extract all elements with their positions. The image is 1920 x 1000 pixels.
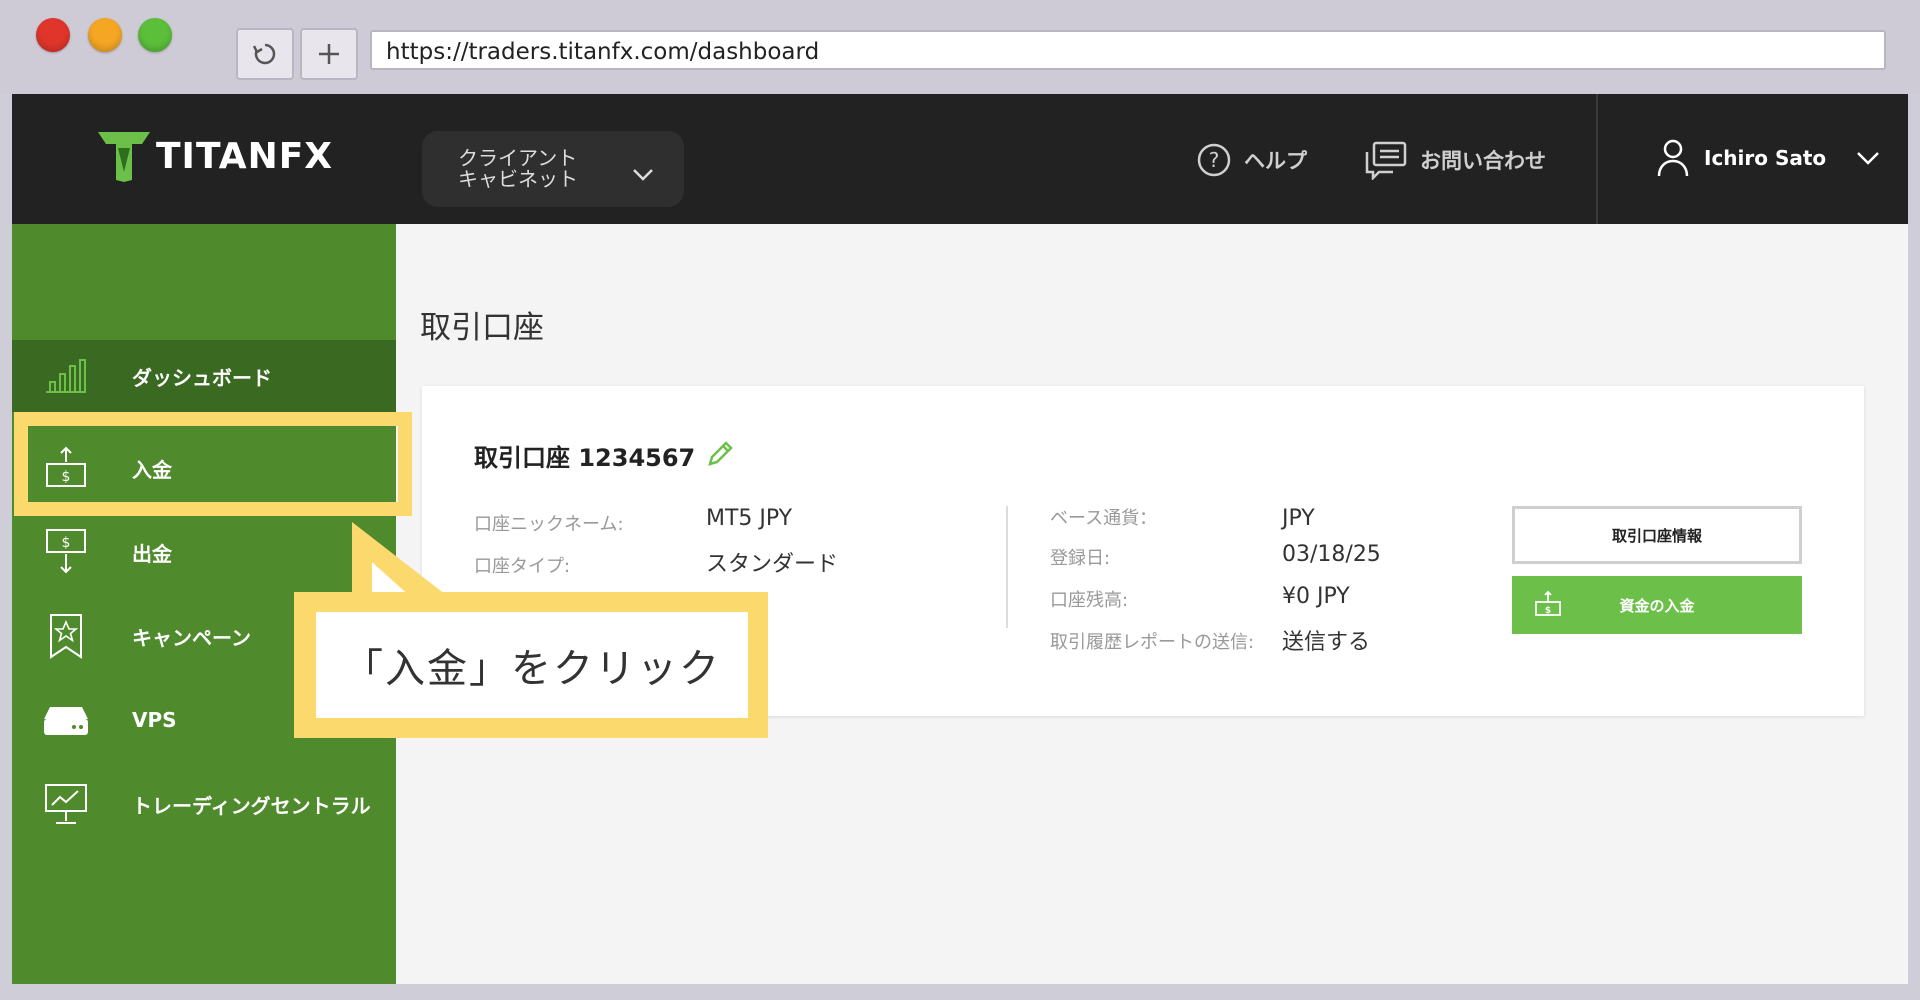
new-tab-button[interactable] (300, 28, 358, 80)
help-link[interactable]: ? ヘルプ (1196, 142, 1307, 178)
sidebar-item-label: トレーディングセントラル (132, 793, 371, 818)
sidebar-item-label: キャンペーン (132, 625, 251, 650)
reload-button[interactable] (236, 28, 294, 80)
chevron-down-icon (633, 169, 653, 181)
account-info-button[interactable]: 取引口座情報 (1512, 506, 1802, 564)
help-circle-icon: ? (1197, 143, 1231, 177)
svg-text:$: $ (62, 535, 71, 551)
sidebar-item-withdraw[interactable]: $ 出金 (12, 512, 396, 592)
field-value: JPY (1282, 506, 1315, 531)
sidebar-item-label: VPS (132, 708, 177, 732)
user-name: Ichiro Sato (1704, 146, 1827, 170)
user-menu[interactable]: Ichiro Sato (1656, 138, 1880, 178)
field-label: 登録日: (1050, 548, 1111, 569)
field-label: 取引履歴レポートの送信: (1050, 632, 1255, 653)
contact-label: お問い合わせ (1420, 149, 1546, 173)
deposit-funds-label: 資金の入金 (1619, 596, 1695, 615)
highlight-box (14, 412, 412, 516)
help-label: ヘルプ (1244, 149, 1307, 173)
field-value: 03/18/25 (1282, 542, 1381, 567)
field-value: 送信する (1282, 630, 1371, 655)
sidebar-item-label: ダッシュボード (132, 365, 272, 390)
minimize-window-button[interactable] (88, 18, 122, 52)
sidebar-item-dashboard[interactable]: ダッシュボード (12, 336, 396, 416)
plus-icon (319, 44, 339, 64)
field-label: ベース通貨： (1050, 508, 1158, 529)
svg-text:$: $ (1545, 606, 1551, 616)
maximize-window-button[interactable] (138, 18, 172, 52)
address-bar[interactable]: https://traders.titanfx.com/dashboard (370, 30, 1886, 70)
server-icon (42, 696, 90, 744)
field-label: 口座タイプ: (474, 556, 571, 577)
callout-text: 「入金」をクリック (316, 612, 748, 718)
ribbon-star-icon (42, 612, 90, 660)
field-label: 口座ニックネーム: (474, 514, 624, 535)
close-window-button[interactable] (36, 18, 70, 52)
chevron-down-icon (1857, 152, 1880, 165)
page-title: 取引口座 (420, 310, 544, 346)
field-value: スタンダード (706, 552, 839, 577)
edit-pencil-icon[interactable] (704, 438, 736, 470)
portal-label: クライアント キャビネット (458, 146, 578, 191)
bar-chart-icon (42, 352, 90, 400)
deposit-icon: $ (1535, 590, 1561, 616)
card-divider (1006, 506, 1008, 628)
logo-text: TITANFX (156, 136, 334, 177)
chat-bubbles-icon (1365, 141, 1407, 180)
reload-icon (252, 43, 276, 65)
contact-link[interactable]: お問い合わせ (1364, 140, 1546, 180)
account-title: 取引口座 1234567 (474, 444, 696, 472)
app-window: TITANFX クライアント キャビネット ? ヘルプ お問い合わせ Ichir… (12, 94, 1908, 984)
monitor-chart-icon (42, 780, 90, 828)
sidebar-item-label: 出金 (132, 541, 172, 566)
sidebar-item-trading-central[interactable]: トレーディングセントラル (12, 764, 396, 844)
field-value: MT5 JPY (706, 506, 793, 531)
svg-text:?: ? (1209, 148, 1220, 172)
field-value: ¥0 JPY (1282, 584, 1350, 609)
callout-pointer (352, 522, 450, 598)
withdraw-icon: $ (42, 528, 90, 576)
field-label: 口座残高: (1050, 590, 1129, 611)
titanfx-logo-icon (98, 132, 150, 182)
header-divider (1596, 94, 1598, 224)
user-icon (1657, 139, 1689, 177)
deposit-funds-button[interactable]: $ 資金の入金 (1512, 576, 1802, 634)
